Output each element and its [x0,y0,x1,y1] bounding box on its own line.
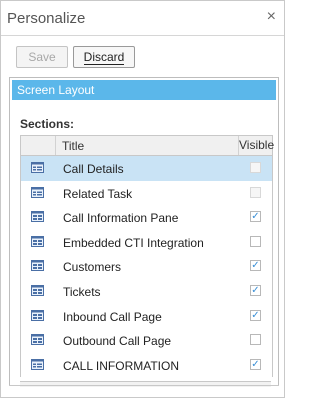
single-panel-icon [31,358,44,370]
row-title: Customers [63,260,122,275]
grid-panel-icon [31,260,44,272]
table-row[interactable]: Embedded CTI Integration [21,230,272,255]
table-row[interactable]: CALL INFORMATION ✓ [21,353,272,378]
sections-table: Title Visible Call Details Related Task Ca… [20,135,274,378]
table-row[interactable]: Inbound Call Page ✓ [21,304,272,329]
table-row[interactable]: Call Details [21,156,272,181]
save-button[interactable]: Save [16,46,68,68]
table-header: Title Visible [21,136,274,156]
table-row[interactable]: Tickets ✓ [21,279,272,304]
discard-button-label: Discard [83,50,125,65]
row-title: Inbound Call Page [63,309,162,324]
close-icon[interactable]: × [267,8,276,26]
row-title: CALL INFORMATION [63,358,180,373]
title-column-header: Title [62,139,85,153]
visible-checkbox[interactable] [250,334,261,346]
visible-checkbox[interactable]: ✓ [250,358,261,370]
grid-panel-icon [31,309,44,321]
footer-divider [9,385,279,386]
row-title: Call Details [63,162,124,176]
row-title: Call Information Pane [63,211,179,226]
table-row[interactable]: Call Information Pane ✓ [21,205,272,230]
screen-layout-label: Screen Layout [17,83,95,97]
grid-panel-icon [31,235,44,247]
visible-checkbox [250,162,261,173]
row-title: Embedded CTI Integration [63,235,204,250]
icon-column-header [21,136,56,155]
screen-layout-section: Screen Layout Sections: Title Visible Ca… [9,77,279,387]
grid-panel-icon [31,334,44,346]
row-title: Tickets [63,284,101,299]
grid-panel-icon [31,284,44,296]
visible-column-header: Visible [238,136,274,155]
screen-layout-header[interactable]: Screen Layout [12,80,276,100]
table-body: Call Details Related Task Call Information… [21,156,272,377]
visible-checkbox[interactable]: ✓ [250,284,261,296]
visible-checkbox [250,186,261,198]
row-title: Outbound Call Page [63,334,172,349]
visible-checkbox[interactable]: ✓ [250,309,261,321]
personalize-panel: Personalize × Save Discard Screen Layout… [0,0,285,398]
row-title: Related Task [63,186,133,201]
horizontal-scrollbar[interactable] [20,381,271,387]
panel-header: Personalize × [1,1,284,36]
sections-label: Sections: [20,117,75,131]
panel-title: Personalize [7,10,86,27]
visible-checkbox[interactable] [250,235,261,247]
table-row[interactable]: Customers ✓ [21,254,272,279]
single-panel-icon [31,162,44,173]
grid-panel-icon [31,211,44,223]
table-row[interactable]: Related Task [21,181,272,206]
discard-button[interactable]: Discard [73,46,135,68]
visible-checkbox[interactable]: ✓ [250,211,261,223]
single-panel-icon [31,186,44,198]
table-row[interactable]: Outbound Call Page [21,328,272,353]
visible-checkbox[interactable]: ✓ [250,260,261,272]
